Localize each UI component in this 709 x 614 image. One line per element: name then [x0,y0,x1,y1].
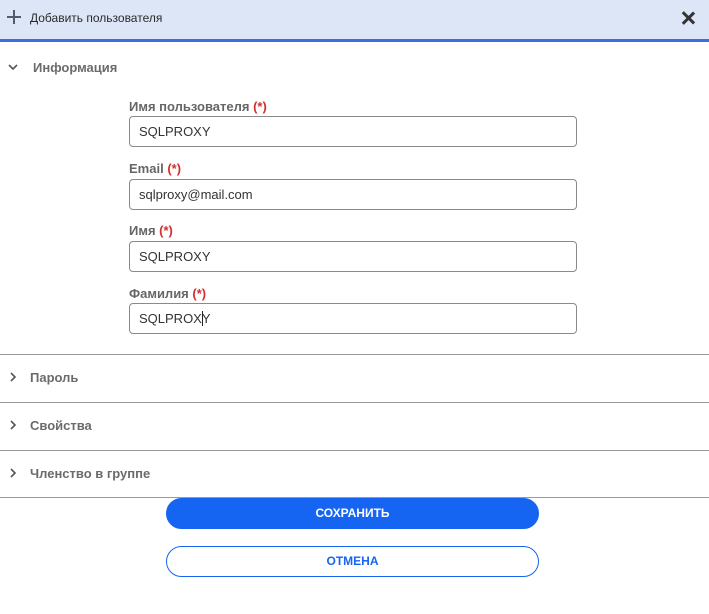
section-password-header[interactable]: Пароль [0,368,709,388]
section-divider [0,450,709,451]
text-cursor [202,311,203,326]
dialog-header: Добавить пользователя [0,0,709,42]
section-information-label: Информация [33,60,118,75]
section-properties-header[interactable]: Свойства [0,416,709,436]
last-name-label: Фамилия (*) [129,286,207,301]
required-marker: (*) [159,223,173,238]
save-button[interactable]: СОХРАНИТЬ [166,498,539,529]
section-properties-label: Свойства [30,418,92,433]
username-label: Имя пользователя (*) [129,99,267,114]
email-label: Email (*) [129,161,182,176]
cancel-button[interactable]: ОТМЕНА [166,546,539,577]
required-marker: (*) [167,161,182,176]
chevron-right-icon [10,420,17,430]
chevron-right-icon [10,468,17,478]
first-name-field[interactable] [129,241,577,272]
section-password-label: Пароль [30,370,79,385]
section-information-header[interactable]: Информация [0,58,709,78]
plus-icon [7,10,21,24]
last-name-field[interactable] [129,303,577,334]
username-field[interactable] [129,116,577,147]
email-field[interactable] [129,179,577,210]
dialog-title: Добавить пользователя [30,11,163,25]
section-divider [0,402,709,403]
chevron-right-icon [10,372,17,382]
chevron-down-icon [8,64,18,71]
section-divider [0,354,709,355]
section-group-membership-label: Членство в группе [30,466,151,481]
close-icon[interactable] [681,11,695,25]
first-name-label: Имя (*) [129,223,173,238]
required-marker: (*) [192,286,207,301]
section-group-membership-header[interactable]: Членство в группе [0,464,709,484]
required-marker: (*) [253,99,267,114]
